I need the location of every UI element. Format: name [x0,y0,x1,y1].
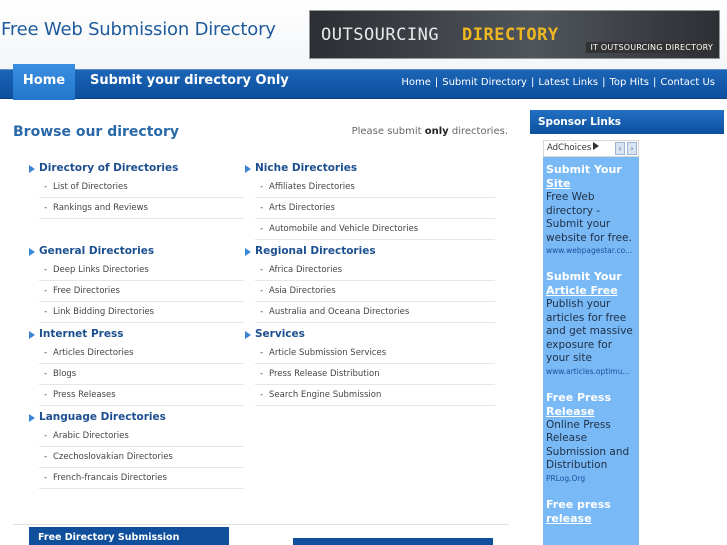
category-link[interactable]: Search Engine Submission [255,385,495,406]
category-link[interactable]: Blogs [39,364,244,385]
ad-item[interactable]: Free Press Release Online Press Release S… [546,391,637,484]
ad-text: Online Press Release Submission and Dist… [546,418,630,472]
top-links: Home | Submit Directory | Latest Links | Top H… [401,77,715,88]
adchoices-icon [593,142,600,150]
ad-title-link[interactable]: Site [546,177,570,190]
ad-block: AdChoices ‹ › Submit Your Site Free Web d… [543,140,639,545]
category-link[interactable]: Czechoslovakian Directories [39,447,244,468]
divider [13,524,509,525]
category-link[interactable]: Articles Directories [39,343,244,364]
category-link[interactable]: Arts Directories [255,198,495,219]
adchoices-label: AdChoices [547,143,592,153]
category-link[interactable]: Australia and Oceana Directories [255,302,495,323]
category-title[interactable]: General Directories [29,243,244,260]
ad-title-line: Submit Your [546,163,622,176]
ad-text: Free Web directory - Submit your website… [546,191,632,244]
ad-title-link[interactable]: Article Free [546,284,618,297]
ad-item[interactable]: Submit Your Site Free Web directory - Sub… [546,163,637,256]
top-link-home[interactable]: Home [401,77,431,88]
nav-tab-home[interactable]: Home [13,64,75,100]
header: Free Web Submission Directory OUTSOURCIN… [0,0,727,70]
ad-title[interactable]: Free Press Release [546,391,637,419]
category-niche-directories: Niche Directories Affiliates Directories… [245,160,495,240]
notice-suffix: directories. [451,126,508,137]
category-title[interactable]: Directory of Directories [29,160,244,177]
sponsor-links-heading: Sponsor Links [530,110,724,134]
ad-title[interactable]: Free press release [546,498,637,526]
ad-title[interactable]: Submit Your Article Free [546,270,637,298]
sidebar-blank-area [642,140,724,545]
sidebar: Sponsor Links AdChoices ‹ › Submit Your S… [530,110,724,545]
notice-prefix: Please submit [351,126,422,137]
ad-title-line: Free Press [546,390,612,404]
category-link[interactable]: Link Bidding Directories [39,302,244,323]
main-content: Browse our directory Please submit only … [0,110,522,545]
category-title[interactable]: Services [245,326,495,343]
nav-tab-submit-directory-only[interactable]: Submit your directory Only [90,73,289,88]
banner-text-outsourcing: OUTSOURCING [321,25,440,45]
top-link-contact-us[interactable]: Contact Us [660,77,715,88]
category-general-directories: General Directories Deep Links Directori… [29,243,244,323]
chevron-right-icon[interactable]: › [627,142,637,155]
banner-text-directory: DIRECTORY [462,25,559,45]
category-regional-directories: Regional Directories Africa Directories … [245,243,495,323]
category-title[interactable]: Regional Directories [245,243,495,260]
category-services: Services Article Submission Services Pre… [245,326,495,406]
nav-bar: Home Submit your directory Only Home | Sub… [0,64,727,100]
top-link-submit-directory[interactable]: Submit Directory [442,77,527,88]
site-title[interactable]: Free Web Submission Directory [1,19,276,40]
ad-text: Publish your articles for free and get m… [546,298,633,364]
category-link[interactable]: French-francais Directories [39,468,244,489]
category-link[interactable]: Africa Directories [255,260,495,281]
right-panel-header [293,538,493,545]
browse-heading: Browse our directory [13,124,180,140]
free-directory-submission-panel: Free Directory Submission [29,527,229,545]
category-link[interactable]: Press Releases [39,385,244,406]
separator: | [653,77,657,88]
category-link[interactable]: Arabic Directories [39,426,244,447]
top-link-latest-links[interactable]: Latest Links [538,77,598,88]
category-internet-press: Internet Press Articles Directories Blog… [29,326,244,406]
submit-notice: Please submit only directories. [352,126,508,137]
category-link[interactable]: Deep Links Directories [39,260,244,281]
outsourcing-directory-banner[interactable]: OUTSOURCING DIRECTORY IT OUTSOURCING DIR… [309,10,720,59]
separator: | [530,77,535,88]
category-link[interactable]: Article Submission Services [255,343,495,364]
category-link[interactable]: Affiliates Directories [255,177,495,198]
chevron-left-icon[interactable]: ‹ [615,142,625,155]
ad-item[interactable]: Free press release [546,498,637,526]
category-language-directories: Language Directories Arabic Directories … [29,409,244,489]
notice-bold: only [424,126,449,137]
ad-url[interactable]: www.articles.optimu... [546,366,637,377]
ad-title[interactable]: Submit Your Site [546,163,637,191]
category-title[interactable]: Language Directories [29,409,244,426]
category-title[interactable]: Niche Directories [245,160,495,177]
ads-list: Submit Your Site Free Web directory - Sub… [543,157,639,545]
ad-title-line: Free press [546,497,611,511]
separator: | [602,77,606,88]
ad-url[interactable]: PRLog.Org [546,473,637,484]
category-link[interactable]: Press Release Distribution [255,364,495,385]
category-title[interactable]: Internet Press [29,326,244,343]
category-link[interactable]: Asia Directories [255,281,495,302]
category-link[interactable]: Rankings and Reviews [39,198,244,219]
ad-title-link[interactable]: release [546,512,592,525]
category-link[interactable]: Automobile and Vehicle Directories [255,219,495,240]
category-link[interactable]: List of Directories [39,177,244,198]
top-link-top-hits[interactable]: Top Hits [610,77,649,88]
category-link[interactable]: Free Directories [39,281,244,302]
banner-subtitle: IT OUTSOURCING DIRECTORY [586,42,713,53]
category-directory-of-directories: Directory of Directories List of Directo… [29,160,244,219]
adchoices-bar[interactable]: AdChoices ‹ › [543,140,639,157]
ad-item[interactable]: Submit Your Article Free Publish your art… [546,270,637,377]
ad-title-link[interactable]: Release [546,405,595,418]
ad-url[interactable]: www.webpagestar.co... [546,245,637,256]
separator: | [434,77,439,88]
ad-title-line: Submit Your [546,270,622,283]
